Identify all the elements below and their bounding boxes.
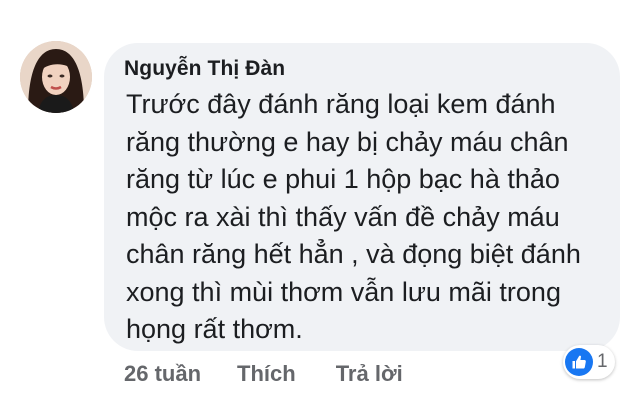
thumbs-up-icon xyxy=(565,348,593,376)
reaction-summary[interactable]: 1 xyxy=(563,345,615,379)
reaction-count: 1 xyxy=(597,351,608,372)
comment-author[interactable]: Nguyễn Thị Đàn xyxy=(124,57,285,81)
like-button[interactable]: Thích xyxy=(237,361,296,387)
comment-text: Trước đây đánh răng loại kem đánh răng t… xyxy=(126,89,581,344)
avatar[interactable] xyxy=(20,41,92,113)
avatar-image xyxy=(20,41,92,113)
comment-bubble: Nguyễn Thị Đàn Trước đây đánh răng loại … xyxy=(104,43,620,351)
comment-actions: 26 tuần Thích Trả lời xyxy=(124,359,403,389)
comment: Nguyễn Thị Đàn Trước đây đánh răng loại … xyxy=(0,0,640,416)
comment-timestamp[interactable]: 26 tuần xyxy=(124,361,201,387)
reply-button[interactable]: Trả lời xyxy=(336,361,403,387)
